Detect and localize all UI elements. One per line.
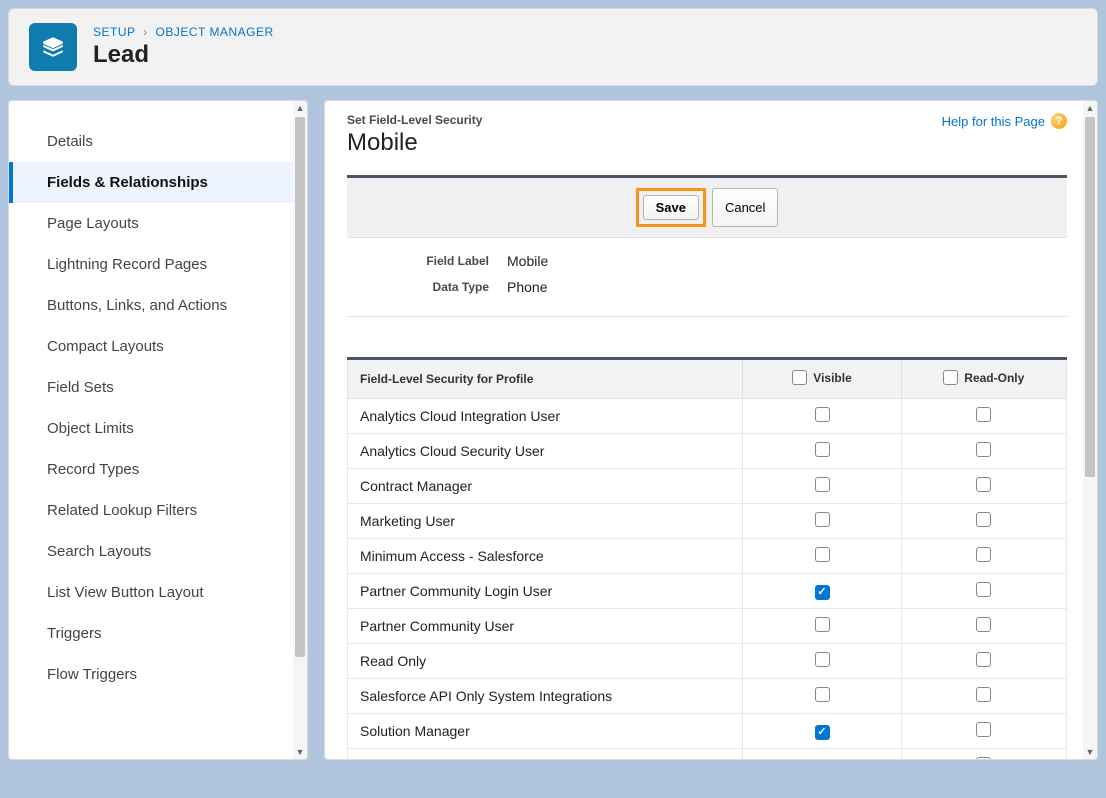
readonly-checkbox[interactable] bbox=[976, 652, 991, 667]
readonly-checkbox[interactable] bbox=[976, 477, 991, 492]
scroll-up-arrow[interactable]: ▲ bbox=[1083, 101, 1097, 115]
sidebar-item-record-types[interactable]: Record Types bbox=[9, 449, 307, 490]
readonly-checkbox[interactable] bbox=[976, 442, 991, 457]
field-label-value: Mobile bbox=[507, 253, 548, 269]
profile-name: Read Only bbox=[348, 644, 743, 679]
profile-name: Solution Manager bbox=[348, 714, 743, 749]
profile-name: Analytics Cloud Integration User bbox=[348, 399, 743, 434]
visible-checkbox[interactable] bbox=[815, 477, 830, 492]
sidebar-item-details[interactable]: Details bbox=[9, 121, 307, 162]
table-row: Solution Manager bbox=[348, 714, 1067, 749]
visible-checkbox[interactable] bbox=[815, 652, 830, 667]
breadcrumb-setup[interactable]: SETUP bbox=[93, 25, 135, 39]
table-row: Marketing User bbox=[348, 504, 1067, 539]
table-row: Standard User bbox=[348, 749, 1067, 761]
profile-name: Standard User bbox=[348, 749, 743, 761]
sidebar-item-list-view-button-layout[interactable]: List View Button Layout bbox=[9, 572, 307, 613]
readonly-checkbox[interactable] bbox=[976, 757, 991, 760]
table-row: Analytics Cloud Integration User bbox=[348, 399, 1067, 434]
sidebar-item-field-sets[interactable]: Field Sets bbox=[9, 367, 307, 408]
table-row: Analytics Cloud Security User bbox=[348, 434, 1067, 469]
scroll-up-arrow[interactable]: ▲ bbox=[293, 101, 307, 115]
table-row: Partner Community Login User bbox=[348, 574, 1067, 609]
button-bar: Save Cancel bbox=[347, 175, 1067, 238]
readonly-checkbox[interactable] bbox=[976, 687, 991, 702]
page-header: SETUP › OBJECT MANAGER Lead bbox=[8, 8, 1098, 86]
help-icon: ? bbox=[1051, 113, 1067, 129]
scroll-down-arrow[interactable]: ▼ bbox=[1083, 745, 1097, 759]
table-row: Minimum Access - Salesforce bbox=[348, 539, 1067, 574]
col-profile: Field-Level Security for Profile bbox=[348, 359, 743, 399]
readonly-checkbox[interactable] bbox=[976, 512, 991, 527]
visible-checkbox[interactable] bbox=[815, 547, 830, 562]
data-type-value: Phone bbox=[507, 279, 547, 295]
table-row: Salesforce API Only System Integrations bbox=[348, 679, 1067, 714]
data-type-caption: Data Type bbox=[347, 280, 507, 294]
sidebar-item-page-layouts[interactable]: Page Layouts bbox=[9, 203, 307, 244]
visible-checkbox[interactable] bbox=[815, 617, 830, 632]
section-heading: Mobile bbox=[347, 129, 482, 157]
readonly-checkbox[interactable] bbox=[976, 407, 991, 422]
visible-checkbox[interactable] bbox=[815, 407, 830, 422]
profile-name: Marketing User bbox=[348, 504, 743, 539]
visible-checkbox[interactable] bbox=[815, 442, 830, 457]
readonly-checkbox[interactable] bbox=[976, 547, 991, 562]
main-scrollbar[interactable]: ▲ ▼ bbox=[1083, 101, 1097, 759]
sidebar-item-compact-layouts[interactable]: Compact Layouts bbox=[9, 326, 307, 367]
cancel-button[interactable]: Cancel bbox=[712, 188, 778, 227]
fls-table: Field-Level Security for Profile Visible bbox=[347, 357, 1067, 760]
sidebar-item-buttons-links-and-actions[interactable]: Buttons, Links, and Actions bbox=[9, 285, 307, 326]
section-subheading: Set Field-Level Security bbox=[347, 113, 482, 127]
visible-checkbox[interactable] bbox=[815, 512, 830, 527]
field-label-caption: Field Label bbox=[347, 254, 507, 268]
profile-name: Minimum Access - Salesforce bbox=[348, 539, 743, 574]
page-title: Lead bbox=[93, 41, 274, 69]
sidebar-item-search-layouts[interactable]: Search Layouts bbox=[9, 531, 307, 572]
sidebar-item-object-limits[interactable]: Object Limits bbox=[9, 408, 307, 449]
profile-name: Contract Manager bbox=[348, 469, 743, 504]
field-info: Field Label Mobile Data Type Phone bbox=[347, 238, 1067, 317]
col-visible: Visible bbox=[743, 359, 901, 399]
sidebar-item-related-lookup-filters[interactable]: Related Lookup Filters bbox=[9, 490, 307, 531]
visible-checkbox[interactable] bbox=[815, 725, 830, 740]
scrollbar-thumb[interactable] bbox=[295, 117, 305, 657]
visible-select-all-checkbox[interactable] bbox=[792, 370, 807, 385]
readonly-checkbox[interactable] bbox=[976, 582, 991, 597]
profile-name: Salesforce API Only System Integrations bbox=[348, 679, 743, 714]
profile-name: Partner Community Login User bbox=[348, 574, 743, 609]
scroll-down-arrow[interactable]: ▼ bbox=[293, 745, 307, 759]
object-icon bbox=[29, 23, 77, 71]
readonly-select-all-checkbox[interactable] bbox=[943, 370, 958, 385]
sidebar: DetailsFields & RelationshipsPage Layout… bbox=[8, 100, 308, 760]
scrollbar-thumb[interactable] bbox=[1085, 117, 1095, 477]
visible-checkbox[interactable] bbox=[815, 585, 830, 600]
breadcrumb-object-manager[interactable]: OBJECT MANAGER bbox=[155, 25, 273, 39]
breadcrumb: SETUP › OBJECT MANAGER bbox=[93, 25, 274, 39]
profile-name: Analytics Cloud Security User bbox=[348, 434, 743, 469]
visible-checkbox[interactable] bbox=[815, 687, 830, 702]
sidebar-item-lightning-record-pages[interactable]: Lightning Record Pages bbox=[9, 244, 307, 285]
table-row: Contract Manager bbox=[348, 469, 1067, 504]
col-readonly: Read-Only bbox=[901, 359, 1066, 399]
main-panel: ▲ ▼ Set Field-Level Security Mobile Help… bbox=[324, 100, 1098, 760]
profile-name: Partner Community User bbox=[348, 609, 743, 644]
sidebar-item-triggers[interactable]: Triggers bbox=[9, 613, 307, 654]
readonly-checkbox[interactable] bbox=[976, 722, 991, 737]
readonly-checkbox[interactable] bbox=[976, 617, 991, 632]
help-link[interactable]: Help for this Page ? bbox=[942, 113, 1067, 129]
sidebar-item-flow-triggers[interactable]: Flow Triggers bbox=[9, 654, 307, 695]
save-highlight: Save bbox=[636, 188, 706, 227]
save-button[interactable]: Save bbox=[643, 195, 699, 220]
sidebar-scrollbar[interactable]: ▲ ▼ bbox=[293, 101, 307, 759]
table-row: Partner Community User bbox=[348, 609, 1067, 644]
table-row: Read Only bbox=[348, 644, 1067, 679]
sidebar-item-fields-relationships[interactable]: Fields & Relationships bbox=[9, 162, 307, 203]
